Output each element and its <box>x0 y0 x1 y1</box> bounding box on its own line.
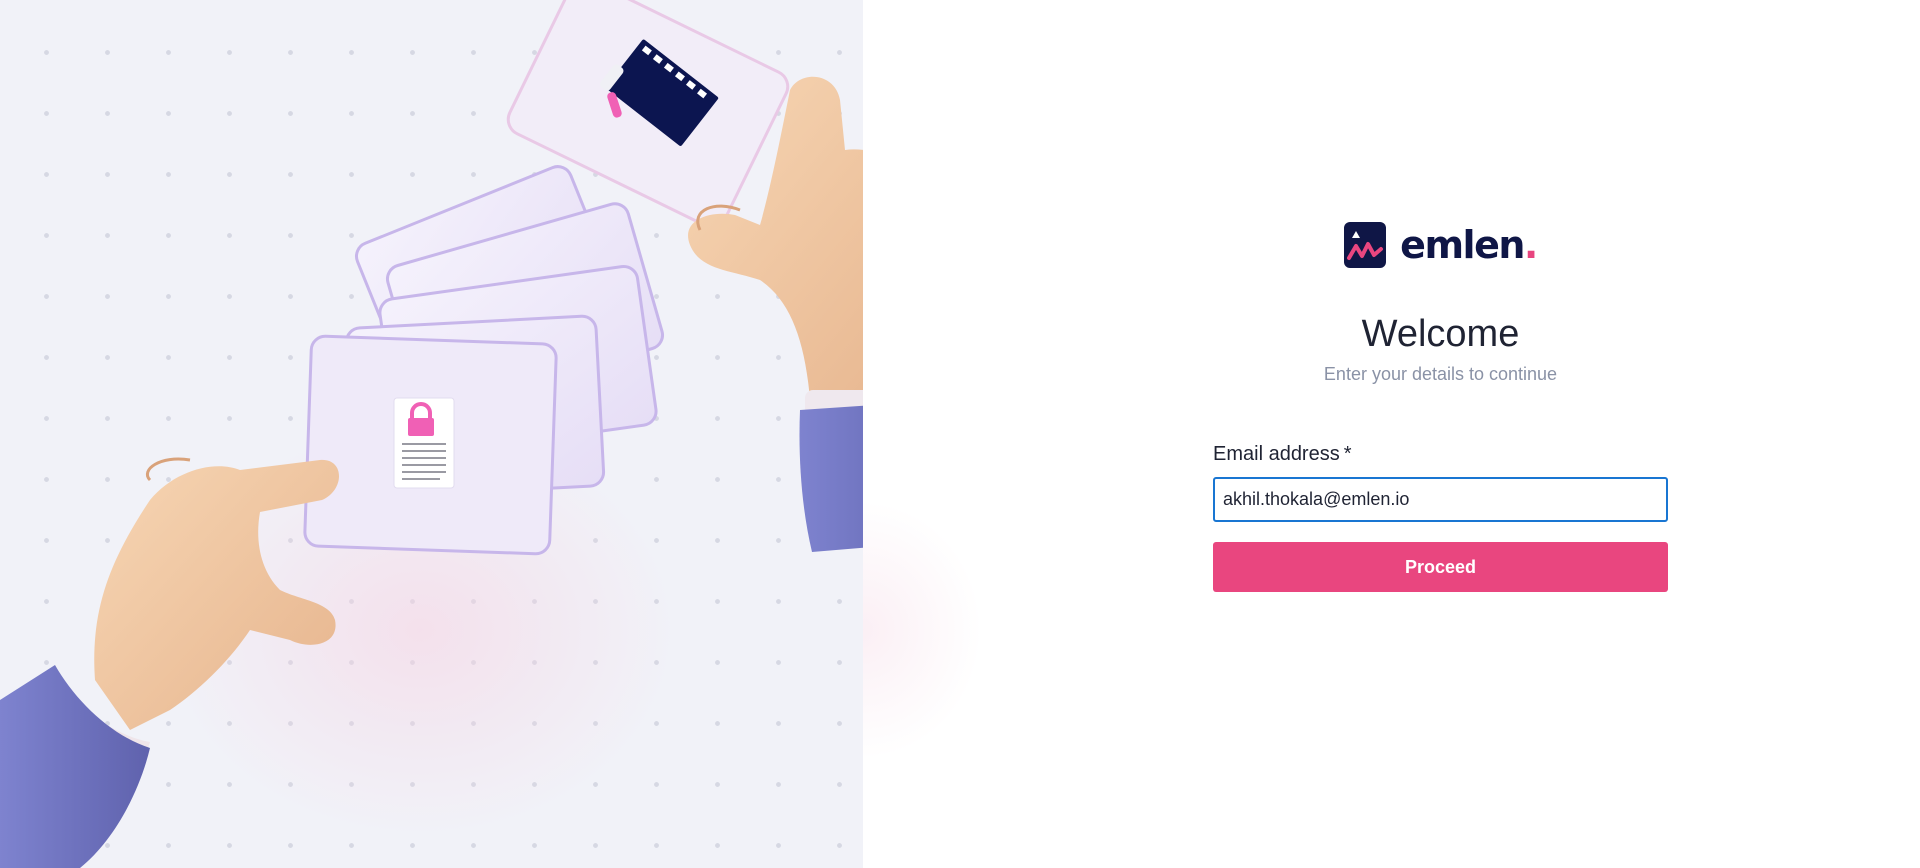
email-label-text: Email address <box>1213 443 1340 465</box>
card-stack <box>303 165 665 556</box>
proceed-button[interactable]: Proceed <box>1213 542 1668 592</box>
brand-name: emlen <box>1400 223 1525 267</box>
required-marker: * <box>1343 443 1352 465</box>
page-subtitle: Enter your details to continue <box>1323 364 1558 384</box>
brand-dot: . <box>1523 223 1538 267</box>
email-label: Email address * <box>1213 441 1668 467</box>
hands-swapping-cards-illustration <box>0 0 863 868</box>
left-hand <box>0 457 340 868</box>
emlen-logo-icon <box>1344 222 1387 268</box>
hero-illustration-panel <box>0 0 863 868</box>
page-title: Welcome <box>1361 313 1520 355</box>
email-field[interactable] <box>1213 477 1668 522</box>
lock-document-icon <box>393 397 455 489</box>
hero-edge-glow <box>863 500 983 760</box>
login-panel: emlen. Welcome Enter your details to con… <box>1213 220 1668 592</box>
brand-wordmark: emlen. <box>1400 223 1538 267</box>
brand-logo: emlen. <box>1213 220 1668 270</box>
